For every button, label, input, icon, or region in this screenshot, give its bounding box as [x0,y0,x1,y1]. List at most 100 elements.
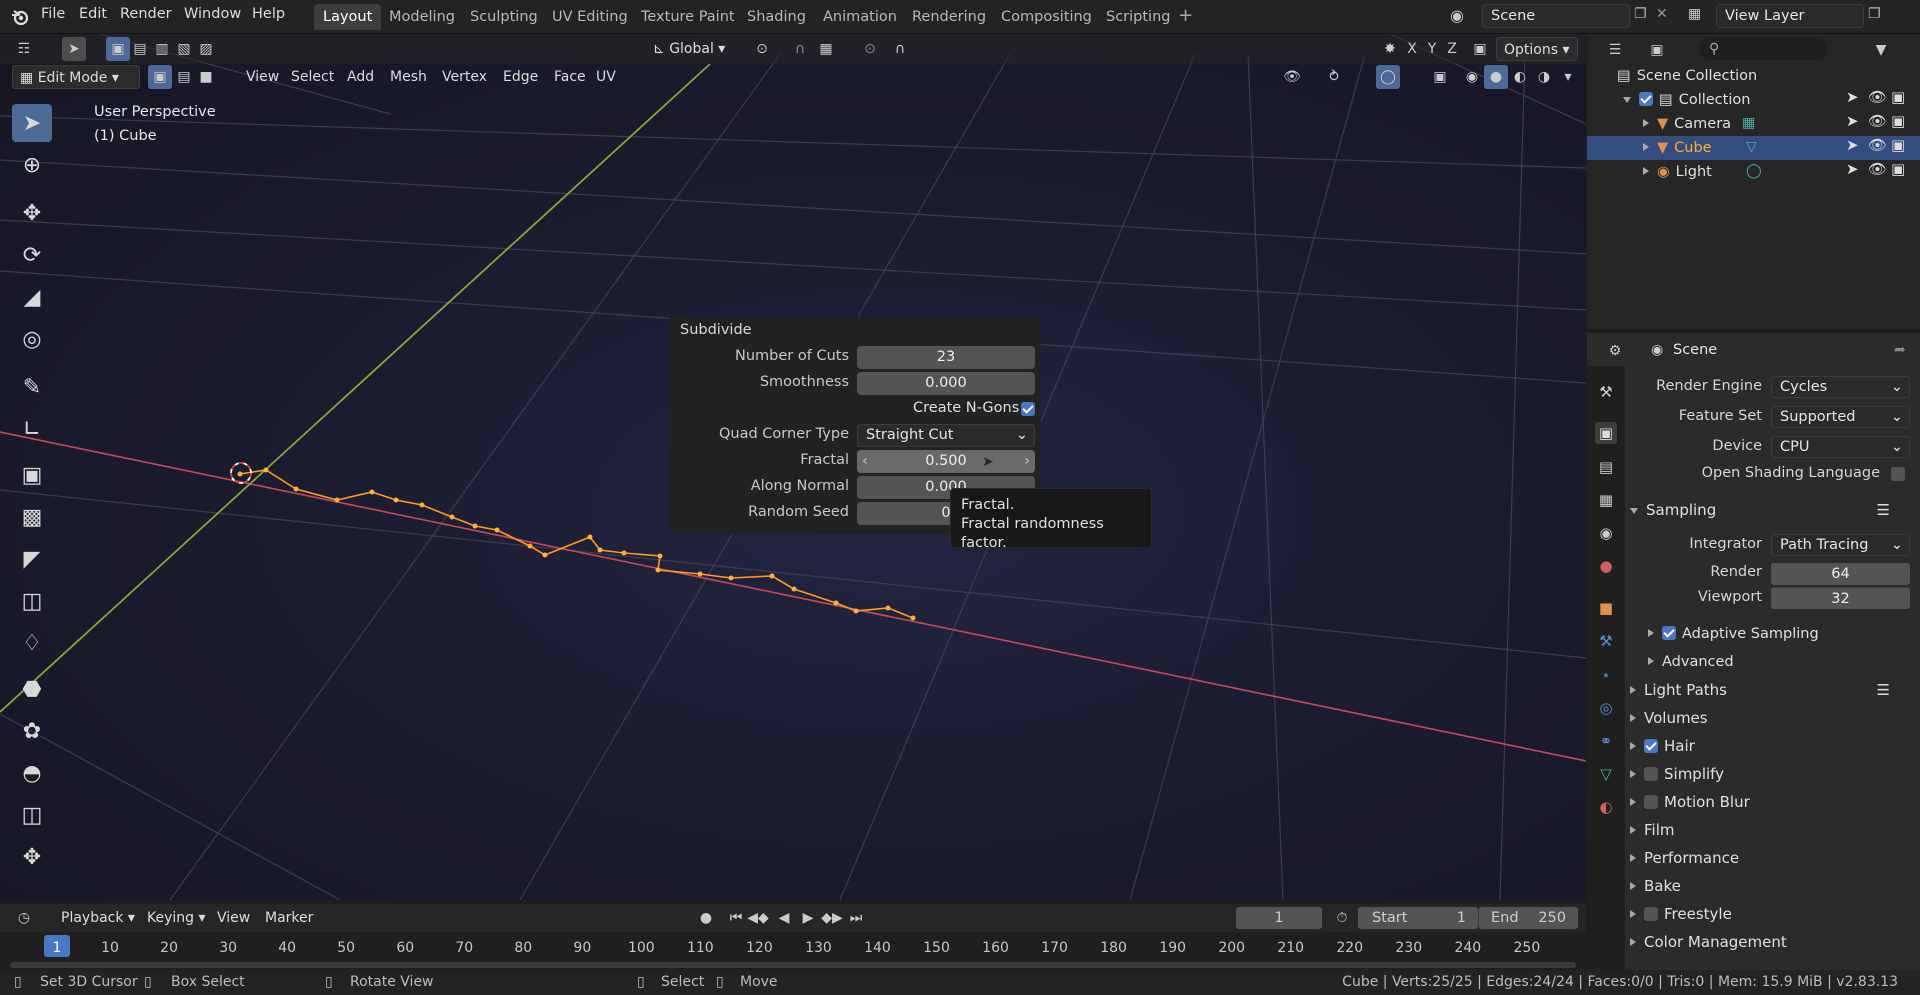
outliner-search-input[interactable]: ⚲ [1699,38,1827,60]
menu-mesh[interactable]: Mesh [383,65,434,89]
render-camera-icon[interactable]: ▣ [1891,88,1905,106]
tab-animation[interactable]: Animation [814,4,906,30]
data-tab-icon[interactable]: ▽ [1595,763,1617,785]
options-dropdown[interactable]: Options ▾ [1496,37,1578,61]
view-layer-tab-icon[interactable]: ▦ [1595,489,1617,511]
tab-shading[interactable]: Shading [738,4,815,30]
menu-select[interactable]: Select [284,65,341,89]
mirror-icon[interactable]: ✸ [1378,37,1402,61]
render-samples-field[interactable]: 64 [1771,563,1910,585]
inset-tool-icon[interactable]: ▩ [12,498,52,536]
select-invert-icon[interactable]: ▧ [172,37,196,61]
delete-scene-icon[interactable]: ✕ [1656,6,1668,22]
smoothness-field[interactable]: 0.000 [857,372,1035,395]
solid-shading-icon[interactable]: ● [1484,65,1508,89]
select-subtract-icon[interactable]: ▥ [150,37,174,61]
rendered-shading-icon[interactable]: ◑ [1532,65,1556,89]
menu-file[interactable]: File [41,6,65,22]
stopwatch-icon[interactable]: ⏱ [1330,906,1354,930]
play-icon[interactable]: ▶ [796,906,820,930]
select-intersect-icon[interactable]: ▨ [194,37,218,61]
integrator-dropdown[interactable]: Path Tracing ⌄ [1771,534,1910,556]
new-scene-icon[interactable]: ❐ [1634,6,1647,22]
create-ngons-checkbox[interactable] [1021,402,1035,416]
modifier-tab-icon[interactable]: ⚒ [1595,630,1617,652]
mesh-data-icon[interactable]: ▽ [1746,139,1757,155]
menu-edit[interactable]: Edit [79,6,107,22]
expand-arrow-icon[interactable] [1643,167,1649,175]
new-view-layer-icon[interactable]: ❐ [1868,6,1881,22]
light-data-icon[interactable]: ◯ [1746,163,1762,179]
display-mode-icon[interactable]: ▣ [1645,38,1669,62]
subsection-adaptive-sampling[interactable]: Adaptive Sampling [1648,622,1920,646]
feature-set-dropdown[interactable]: Supported ⌄ [1771,406,1910,428]
increment-arrow-icon[interactable]: › [1024,450,1030,473]
tab-scripting[interactable]: Scripting [1097,4,1179,30]
menu-add[interactable]: Add [340,65,381,89]
scene-selector-icon[interactable]: ◉ [1450,6,1464,25]
motion-blur-checkbox[interactable] [1644,795,1658,809]
section-bake[interactable]: Bake [1630,874,1910,898]
material-shading-icon[interactable]: ◐ [1508,65,1532,89]
selectable-icon[interactable]: ➤ [1846,88,1859,106]
section-simplify[interactable]: Simplify [1630,762,1910,786]
visibility-eye-icon[interactable]: 👁 [1868,160,1887,178]
timeline-scrollbar[interactable] [10,962,1576,968]
auto-merge-icon[interactable]: ▣ [1468,37,1492,61]
select-extend-icon[interactable]: ▤ [128,37,152,61]
expand-arrow-icon[interactable] [1643,143,1649,151]
spin-tool-icon[interactable]: ✿ [12,712,52,750]
menu-playback[interactable]: Playback ▾ [54,906,142,930]
collapse-arrow-icon[interactable] [1623,97,1631,103]
wireframe-shading-icon[interactable]: ◉ [1460,65,1484,89]
menu-uv[interactable]: UV [589,65,623,89]
properties-editor-icon[interactable]: ⚙ [1603,339,1627,363]
tool-tab-icon[interactable]: ⚒ [1595,381,1617,403]
physics-tab-icon[interactable]: ◎ [1595,697,1617,719]
mode-dropdown[interactable]: ▦ Edit Mode ▾ [12,65,140,89]
timeline-editor-icon[interactable]: ◷ [12,906,36,930]
filter-icon[interactable]: ▼ [1869,38,1893,62]
scene-field[interactable]: Scene [1482,4,1630,28]
extrude-tool-icon[interactable]: ▣ [12,456,52,494]
rotate-tool-icon[interactable]: ⟳ [12,236,52,274]
measure-tool-icon[interactable]: ∟ [12,410,52,448]
tab-sculpting[interactable]: Sculpting [461,4,547,30]
decrement-arrow-icon[interactable]: ‹ [862,450,868,473]
scene-tab-icon[interactable]: ◉ [1595,522,1617,544]
visibility-eye-icon[interactable]: 👁 [1868,88,1887,106]
section-hair[interactable]: Hair [1630,734,1910,758]
particles-tab-icon[interactable]: ⋆ [1595,664,1617,686]
snap-target-icon[interactable]: ▦ [814,37,838,61]
section-motion-blur[interactable]: Motion Blur [1630,790,1910,814]
render-camera-icon[interactable]: ▣ [1891,112,1905,130]
render-tab-icon[interactable]: ▣ [1595,422,1617,444]
visibility-eye-icon[interactable]: 👁 [1868,112,1887,130]
selectable-icon[interactable]: ➤ [1846,136,1859,154]
record-icon[interactable]: ● [694,906,718,930]
edge-slide-tool-icon[interactable]: ◫ [12,796,52,834]
menu-keying[interactable]: Keying ▾ [140,906,213,930]
collection-checkbox[interactable] [1639,92,1653,106]
bevel-tool-icon[interactable]: ◤ [12,540,52,578]
constraints-tab-icon[interactable]: ⚭ [1595,730,1617,752]
section-volumes[interactable]: Volumes [1630,706,1910,730]
transform-orientation-dropdown[interactable]: ⊾ Global ▾ [646,37,738,61]
simplify-checkbox[interactable] [1644,767,1658,781]
jump-start-icon[interactable]: ⏮ [724,906,748,930]
tab-texture-paint[interactable]: Texture Paint [632,4,744,30]
proportional-edit-icon[interactable]: ⊙ [858,37,882,61]
osl-checkbox[interactable] [1891,467,1905,481]
menu-render[interactable]: Render [120,6,172,22]
tab-modeling[interactable]: Modeling [380,4,464,30]
poly-build-tool-icon[interactable]: ⬣ [12,670,52,708]
add-workspace-icon[interactable]: + [1178,5,1193,26]
play-reverse-icon[interactable]: ◀ [772,906,796,930]
edge-select-icon[interactable]: ▤ [172,65,196,89]
end-frame-field[interactable]: End 250 [1478,907,1578,929]
annotate-tool-icon[interactable]: ✎ [12,368,52,406]
pin-icon[interactable]: ➦ [1894,342,1906,358]
menu-timeline-view[interactable]: View [210,906,257,930]
loop-cut-tool-icon[interactable]: ◫ [12,582,52,620]
section-color-management[interactable]: Color Management [1630,930,1910,954]
